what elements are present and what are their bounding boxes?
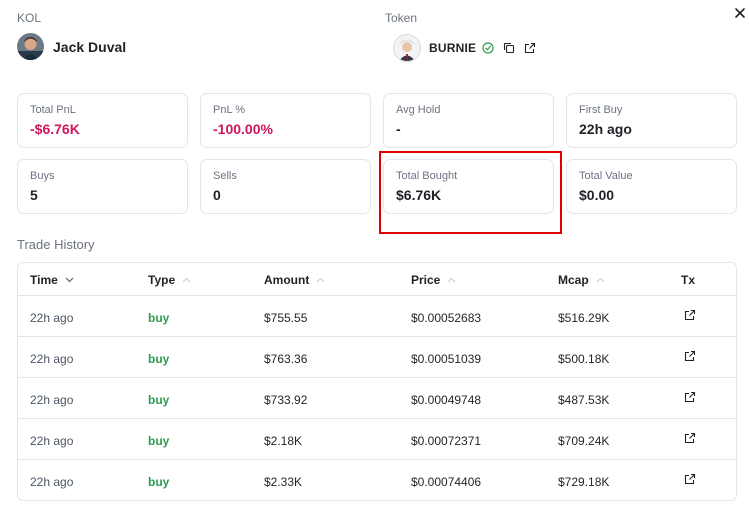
cell-price: $0.00072371 bbox=[411, 434, 482, 448]
stat-label: Avg Hold bbox=[396, 104, 441, 116]
table-row: 22h ago buy $733.92 $0.00049748 $487.53K bbox=[18, 378, 736, 419]
cell-time: 22h ago bbox=[30, 393, 74, 407]
kol-profile[interactable]: Jack Duval bbox=[17, 33, 126, 60]
stat-card-sells: Sells 0 bbox=[200, 159, 371, 214]
cell-amount: $763.36 bbox=[264, 352, 308, 366]
column-header-label: Price bbox=[411, 273, 441, 287]
stat-card-total-pnl: Total PnL -$6.76K bbox=[17, 93, 188, 148]
column-header-price[interactable]: Price bbox=[411, 273, 456, 287]
token-label: Token bbox=[385, 11, 418, 25]
column-header-amount[interactable]: Amount bbox=[264, 273, 325, 287]
token-info: BURNIE bbox=[393, 34, 536, 62]
cell-mcap: $729.18K bbox=[558, 475, 610, 489]
kol-name: Jack Duval bbox=[53, 38, 127, 55]
stat-label: Total Value bbox=[579, 170, 633, 182]
cell-type: buy bbox=[148, 434, 170, 448]
cell-time: 22h ago bbox=[30, 311, 74, 325]
token-avatar bbox=[393, 34, 421, 62]
cell-type: buy bbox=[148, 311, 170, 325]
kol-label: KOL bbox=[17, 11, 42, 25]
stat-value: 0 bbox=[213, 187, 221, 203]
column-header-label: Mcap bbox=[558, 273, 589, 287]
column-header-tx: Tx bbox=[681, 273, 695, 287]
column-header-label: Time bbox=[30, 273, 58, 287]
stat-value: 5 bbox=[30, 187, 38, 203]
highlight-box bbox=[379, 151, 562, 234]
stat-card-avg-hold: Avg Hold - bbox=[383, 93, 554, 148]
avatar bbox=[17, 33, 44, 60]
copy-icon[interactable] bbox=[503, 42, 515, 54]
stat-value: -100.00% bbox=[213, 121, 273, 137]
column-header-label: Amount bbox=[264, 273, 310, 287]
chevron-down-icon bbox=[65, 275, 74, 286]
stat-label: Total PnL bbox=[30, 104, 76, 116]
stat-value: 22h ago bbox=[579, 121, 632, 137]
section-title: Trade History bbox=[17, 237, 95, 252]
stat-value: - bbox=[396, 121, 401, 137]
column-header-type[interactable]: Type bbox=[148, 273, 191, 287]
cell-mcap: $487.53K bbox=[558, 393, 610, 407]
verified-check-icon bbox=[482, 42, 494, 54]
stat-value: -$6.76K bbox=[30, 121, 80, 137]
trade-history-table: Time Type Amount Price Mcap Tx 22h ago b… bbox=[17, 262, 737, 501]
table-row: 22h ago buy $2.18K $0.00072371 $709.24K bbox=[18, 419, 736, 460]
chevron-up-icon bbox=[316, 275, 325, 286]
cell-type: buy bbox=[148, 393, 170, 407]
stat-label: PnL % bbox=[213, 104, 246, 116]
external-link-icon[interactable] bbox=[684, 350, 696, 362]
chevron-up-icon bbox=[182, 275, 191, 286]
external-link-icon[interactable] bbox=[684, 473, 696, 485]
table-header: Time Type Amount Price Mcap Tx bbox=[18, 263, 736, 296]
chevron-up-icon bbox=[596, 275, 605, 286]
cell-amount: $2.33K bbox=[264, 475, 303, 489]
cell-time: 22h ago bbox=[30, 475, 74, 489]
column-header-time[interactable]: Time bbox=[30, 273, 74, 287]
external-link-icon[interactable] bbox=[684, 309, 696, 321]
stat-label: Buys bbox=[30, 170, 55, 182]
cell-amount: $2.18K bbox=[264, 434, 303, 448]
cell-type: buy bbox=[148, 352, 170, 366]
column-header-label: Tx bbox=[681, 273, 696, 287]
external-link-icon[interactable] bbox=[524, 42, 536, 54]
stat-value: $0.00 bbox=[579, 187, 615, 203]
external-link-icon[interactable] bbox=[684, 432, 696, 444]
cell-time: 22h ago bbox=[30, 352, 74, 366]
cell-amount: $755.55 bbox=[264, 311, 308, 325]
cell-price: $0.00051039 bbox=[411, 352, 482, 366]
token-name: BURNIE bbox=[429, 41, 477, 55]
table-row: 22h ago buy $755.55 $0.00052683 $516.29K bbox=[18, 296, 736, 337]
column-header-mcap[interactable]: Mcap bbox=[558, 273, 605, 287]
table-row: 22h ago buy $2.33K $0.00074406 $729.18K bbox=[18, 460, 736, 500]
stat-card-pnl-percent: PnL % -100.00% bbox=[200, 93, 371, 148]
stat-card-total-value: Total Value $0.00 bbox=[566, 159, 737, 214]
cell-type: buy bbox=[148, 475, 170, 489]
cell-price: $0.00049748 bbox=[411, 393, 482, 407]
cell-time: 22h ago bbox=[30, 434, 74, 448]
cell-mcap: $709.24K bbox=[558, 434, 610, 448]
cell-price: $0.00052683 bbox=[411, 311, 482, 325]
cell-amount: $733.92 bbox=[264, 393, 308, 407]
table-row: 22h ago buy $763.36 $0.00051039 $500.18K bbox=[18, 337, 736, 378]
stat-label: First Buy bbox=[579, 104, 623, 116]
external-link-icon[interactable] bbox=[684, 391, 696, 403]
chevron-up-icon bbox=[447, 275, 456, 286]
stat-card-buys: Buys 5 bbox=[17, 159, 188, 214]
cell-price: $0.00074406 bbox=[411, 475, 482, 489]
cell-mcap: $500.18K bbox=[558, 352, 610, 366]
close-icon[interactable] bbox=[733, 6, 747, 20]
stat-label: Sells bbox=[213, 170, 237, 182]
stat-card-first-buy: First Buy 22h ago bbox=[566, 93, 737, 148]
column-header-label: Type bbox=[148, 273, 176, 287]
cell-mcap: $516.29K bbox=[558, 311, 610, 325]
